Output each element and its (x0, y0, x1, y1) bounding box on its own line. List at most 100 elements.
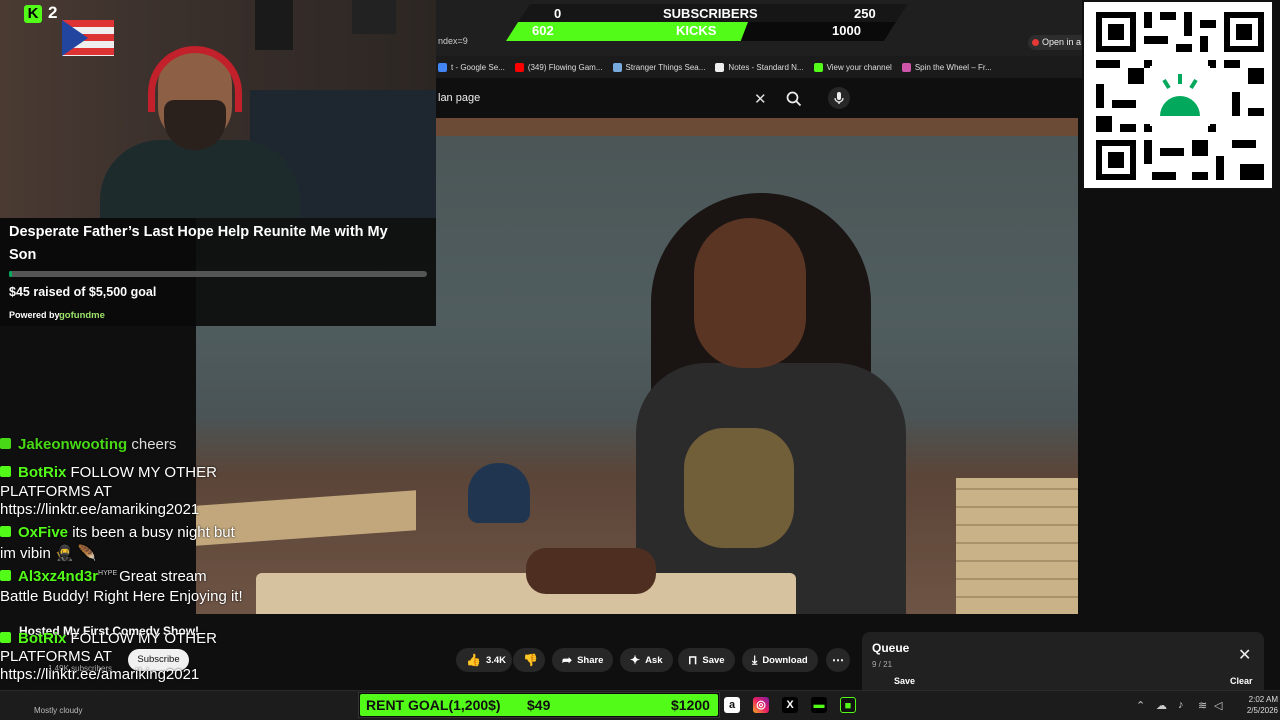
qr-code-icon (1096, 12, 1264, 180)
chat-username[interactable]: Al3xz4nd3r (18, 568, 98, 585)
search-icon[interactable] (784, 89, 804, 109)
instagram-icon[interactable]: ◎ (753, 697, 769, 713)
kicks-current: 602 (532, 23, 554, 38)
bookmark-label: Spin the Wheel – Fr... (914, 62, 992, 72)
streaming-app-icon[interactable]: ■ (840, 697, 856, 713)
search-input[interactable]: lan page (438, 92, 480, 104)
bookmark-favicon-icon (715, 62, 725, 72)
gofundme-title: Desperate Father’s Last Hope Help Reunit… (9, 224, 388, 263)
bookmark-favicon-icon (813, 62, 823, 72)
close-queue-icon[interactable]: ✕ (1238, 645, 1251, 665)
x-icon[interactable]: X (782, 697, 798, 713)
rent-goal-current: $49 (527, 697, 551, 713)
video-scene-chair (468, 463, 530, 523)
chat-text: its been a busy night but (72, 524, 235, 541)
save-button[interactable]: ⊓ Save (678, 648, 735, 672)
bookmark-item[interactable]: Spin the Wheel – Fr... (901, 62, 992, 72)
subscribers-current: 0 (554, 6, 562, 21)
bookmark-item[interactable]: (349) Flowing Gam... (514, 62, 603, 72)
chat-message: PLATFORMS AT (0, 483, 112, 500)
chat-text: https://linktr.ee/amariking2021 (0, 666, 200, 683)
subscribers-label: SUBSCRIBERS (663, 6, 758, 21)
subscribers-goal: 250 (854, 6, 876, 21)
system-clock[interactable]: 2:02 AM 2/5/2026 (1236, 694, 1278, 716)
streamer-body (100, 140, 300, 218)
bookmark-item[interactable]: t - Google Se... (438, 62, 505, 72)
thumbs-down-icon: 👎 (523, 653, 538, 667)
share-button[interactable]: ➦ Share (552, 648, 614, 672)
chat-text: Battle Buddy! Right Here Enjoying it! (0, 588, 243, 605)
bookmark-item[interactable]: Stranger Things Sea... (612, 62, 705, 72)
tray-chevron-icon[interactable]: ⌃ (1136, 699, 1145, 712)
video-shirt-print (684, 428, 794, 548)
kick-badge-icon (0, 526, 11, 537)
poster-decoration (352, 0, 396, 34)
more-actions-button[interactable]: ⋯ (826, 648, 850, 672)
kick-app-icon[interactable]: ▬ (811, 697, 827, 713)
chat-username[interactable]: BotRix (18, 630, 66, 647)
webcam-overlay: K 2 (0, 0, 436, 218)
download-icon: ⤓ (752, 653, 758, 667)
wifi-icon[interactable]: ≋ (1198, 699, 1207, 712)
bookmark-favicon-icon (901, 62, 911, 72)
address-bar[interactable]: ndex=9 (438, 36, 468, 46)
chat-text: im vibin 🥷 🪶 (0, 545, 97, 562)
like-count: 3.4K (485, 654, 507, 666)
gofundme-progress-fill (9, 271, 13, 277)
chat-message: OxFive its been a busy night but (0, 524, 235, 541)
cloud-icon[interactable]: ☁ (1156, 699, 1167, 712)
dislike-button[interactable]: 👎 (513, 648, 545, 672)
bookmark-favicon-icon (438, 62, 447, 72)
microphone-icon[interactable] (828, 87, 850, 109)
open-in-app-button[interactable]: Open in a (1028, 35, 1088, 50)
chat-message: BotRix FOLLOW MY OTHER (0, 464, 217, 481)
subscriber-goal-bar: 0 SUBSCRIBERS 250 602 KICKS 1000 (506, 4, 908, 41)
queue-save-button[interactable]: Save (894, 676, 915, 686)
save-label: Save (702, 654, 725, 666)
queue-clear-button[interactable]: Clear (1230, 676, 1253, 686)
microphone-tray-icon[interactable]: ♪ (1178, 699, 1184, 711)
rent-goal-label: RENT GOAL(1,200$) (366, 697, 501, 713)
chat-text: cheers (131, 436, 177, 453)
chat-text: FOLLOW MY OTHER (70, 630, 217, 647)
bookmark-label: (349) Flowing Gam... (527, 62, 603, 72)
download-button[interactable]: ⤓ Download (742, 648, 818, 672)
kick-logo-icon: K (24, 5, 42, 23)
gofundme-raised: $45 raised of $5,500 goal (9, 285, 157, 299)
kick-viewer-count: 2 (48, 3, 58, 22)
weather-widget[interactable]: Mostly cloudy (34, 706, 82, 715)
volume-icon[interactable]: ◁ (1214, 699, 1222, 712)
hype-badge: HYPE (98, 570, 118, 577)
share-label: Share (577, 654, 604, 666)
rent-goal-target: $1200 (671, 697, 710, 713)
chat-message: PLATFORMS AT (0, 648, 112, 665)
chat-text: PLATFORMS AT (0, 483, 112, 500)
bookmark-label: View your channel (826, 62, 892, 72)
qr-code (1082, 0, 1274, 190)
chat-username[interactable]: BotRix (18, 464, 66, 481)
kicks-label: KICKS (676, 23, 717, 38)
ask-button[interactable]: ✦ Ask (620, 648, 673, 672)
bookmark-icon: ⊓ (688, 653, 698, 667)
chat-message: Battle Buddy! Right Here Enjoying it! (0, 588, 243, 605)
video-scene-wall (956, 478, 1078, 614)
clear-search-icon[interactable]: ✕ (754, 90, 767, 108)
flag-decoration (62, 20, 114, 56)
chat-username[interactable]: Jakeonwooting (18, 436, 127, 453)
video-scene-trim (426, 118, 1078, 136)
youtube-icon (1032, 39, 1039, 46)
chat-text: Great stream (119, 568, 207, 585)
open-in-app-label: Open in a (1042, 37, 1082, 47)
screen: ndex=9 Open in a t - Google Se... (349) F… (0, 0, 1280, 720)
gofundme-logo: gofundme (59, 310, 105, 321)
amazon-icon[interactable]: a (724, 697, 740, 713)
chat-message: Jakeonwooting cheers (0, 436, 176, 453)
chat-message: im vibin 🥷 🪶 (0, 544, 97, 562)
chat-text: PLATFORMS AT (0, 648, 112, 665)
kicks-goal: 1000 (832, 23, 861, 38)
chat-username[interactable]: OxFive (18, 524, 68, 541)
bookmark-item[interactable]: Notes - Standard N... (715, 62, 804, 72)
bookmark-item[interactable]: View your channel (813, 62, 892, 72)
like-button[interactable]: 👍 3.4K (456, 648, 512, 672)
video-person-face (694, 218, 806, 368)
